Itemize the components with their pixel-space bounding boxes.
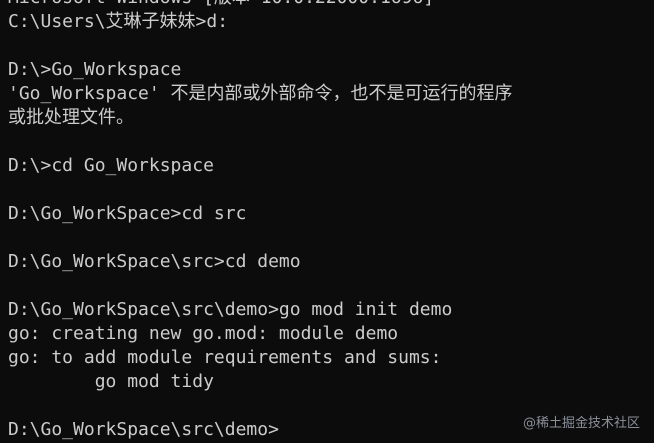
terminal-line: D:\Go_WorkSpace\src\demo>go mod init dem… [8,299,453,320]
terminal-window[interactable]: Microsoft Windows [版本 10.0.22000.1696] C… [0,0,654,443]
terminal-line: C:\Users\艾琳子妹妹>d: [8,11,229,32]
terminal-line: D:\>Go_Workspace [8,59,182,80]
terminal-line: 'Go_Workspace' 不是内部或外部命令，也不是可运行的程序 [8,83,513,104]
terminal-line: go: to add module requirements and sums: [8,347,442,368]
terminal-output: Microsoft Windows [版本 10.0.22000.1696] C… [8,0,654,442]
terminal-line: 或批处理文件。 [8,107,134,128]
terminal-line: D:\Go_WorkSpace\src>cd demo [8,251,301,272]
terminal-line: D:\>cd Go_Workspace [8,155,214,176]
watermark-text: @稀土掘金技术社区 [522,416,640,431]
terminal-line: go mod tidy [8,371,214,392]
terminal-line: go: creating new go.mod: module demo [8,323,399,344]
terminal-line: D:\Go_WorkSpace>cd src [8,203,247,224]
terminal-line: Microsoft Windows [版本 10.0.22000.1696] [8,0,654,10]
